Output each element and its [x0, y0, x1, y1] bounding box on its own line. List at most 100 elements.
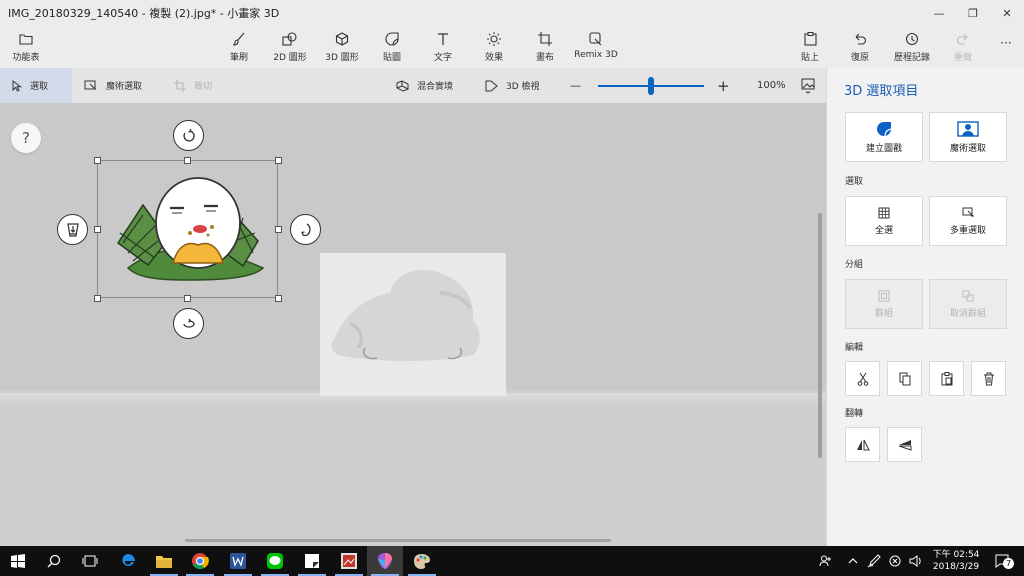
- flip-vertical-button[interactable]: [887, 427, 922, 462]
- edge-icon: [122, 554, 135, 566]
- rotate-z-handle[interactable]: [173, 308, 204, 339]
- canvas-area[interactable]: ?: [0, 103, 826, 546]
- volume-button[interactable]: [906, 546, 926, 576]
- depth-handle[interactable]: [57, 214, 88, 245]
- rotate-x-handle[interactable]: [173, 120, 204, 151]
- history-button[interactable]: 歷程記錄: [890, 30, 934, 66]
- photo-object[interactable]: [320, 253, 506, 396]
- close-button[interactable]: ✕: [990, 0, 1024, 26]
- file-explorer-button[interactable]: [146, 546, 182, 576]
- pen-workspace-button[interactable]: [864, 546, 884, 576]
- photo-viewer-button[interactable]: [331, 546, 367, 576]
- history-icon: [905, 30, 919, 48]
- shapes-2d-button[interactable]: 2D 圖形: [270, 30, 310, 66]
- resize-handle-top[interactable]: [184, 157, 191, 164]
- canvas-button[interactable]: 畫布: [531, 30, 559, 66]
- flip-horizontal-icon: [856, 439, 870, 450]
- start-button[interactable]: [0, 546, 36, 576]
- undo-button[interactable]: 復原: [847, 30, 873, 66]
- horizontal-scrollbar[interactable]: [185, 539, 611, 542]
- paste-button[interactable]: 貼上: [797, 30, 823, 66]
- cut-button[interactable]: [845, 361, 880, 396]
- redo-button[interactable]: 重做: [950, 30, 976, 66]
- history-label: 歷程記錄: [893, 53, 930, 63]
- group-button[interactable]: 群組: [845, 279, 923, 329]
- make-sticker-button[interactable]: 建立圖戳: [845, 112, 923, 162]
- effects-button[interactable]: 效果: [480, 30, 508, 66]
- menu-button[interactable]: 功能表: [8, 30, 44, 66]
- resize-handle-top-right[interactable]: [275, 157, 282, 164]
- redo-label: 重做: [953, 53, 972, 63]
- zoom-value: 100%: [757, 80, 786, 91]
- remix-3d-label: Remix 3D: [574, 50, 618, 60]
- ungroup-icon: [962, 290, 974, 301]
- zoom-slider-thumb[interactable]: [648, 77, 654, 95]
- shapes-3d-button[interactable]: 3D 圖形: [322, 30, 362, 66]
- text-button[interactable]: 文字: [428, 30, 458, 66]
- edge-button[interactable]: [110, 546, 146, 576]
- action-center-button[interactable]: 7: [990, 546, 1016, 576]
- view-options-button[interactable]: [801, 68, 823, 103]
- resize-handle-bottom-right[interactable]: [275, 295, 282, 302]
- zoom-in-button[interactable]: +: [717, 68, 730, 103]
- rotate-y-handle[interactable]: [290, 214, 321, 245]
- show-hidden-icons-button[interactable]: [843, 546, 863, 576]
- section-select-heading: 選取: [845, 177, 864, 187]
- word-button[interactable]: [220, 546, 256, 576]
- ribbon: 功能表 筆刷 2D 圖形 3D 圖形 貼圖 文字 效果 畫布 Remix 3D …: [0, 26, 1024, 68]
- search-button[interactable]: [36, 546, 72, 576]
- remix-3d-button[interactable]: Remix 3D: [574, 30, 618, 66]
- flip-horizontal-button[interactable]: [845, 427, 880, 462]
- select-tool[interactable]: 選取: [0, 68, 72, 103]
- resize-handle-bottom[interactable]: [184, 295, 191, 302]
- brushes-button[interactable]: 筆刷: [222, 30, 256, 66]
- delete-button[interactable]: [971, 361, 1006, 396]
- task-view-button[interactable]: [72, 546, 108, 576]
- multi-select-button[interactable]: 多重選取: [929, 196, 1007, 246]
- resize-handle-left[interactable]: [94, 226, 101, 233]
- section-flip-heading: 翻轉: [845, 409, 864, 419]
- stickers-button[interactable]: 貼圖: [378, 30, 406, 66]
- panel-magic-select-button[interactable]: 魔術選取: [929, 112, 1007, 162]
- paint-3d-button[interactable]: [367, 546, 403, 576]
- resize-handle-right[interactable]: [275, 226, 282, 233]
- paste-label: 貼上: [800, 53, 819, 63]
- resize-handle-bottom-left[interactable]: [94, 295, 101, 302]
- copy-button[interactable]: [887, 361, 922, 396]
- text-icon: [436, 30, 450, 48]
- network-status[interactable]: [885, 546, 905, 576]
- panel-paste-button[interactable]: [929, 361, 964, 396]
- maximize-button[interactable]: ❐: [956, 0, 990, 26]
- mixed-reality-button[interactable]: 混合實境: [396, 68, 453, 103]
- brush-icon: [232, 30, 246, 48]
- task-view-icon: [82, 555, 98, 567]
- resize-handle-top-left[interactable]: [94, 157, 101, 164]
- shapes-2d-icon: [282, 30, 298, 48]
- canvas-icon: [538, 30, 552, 48]
- selection-box[interactable]: [97, 160, 278, 298]
- people-button[interactable]: [815, 546, 837, 576]
- paint-button[interactable]: [404, 546, 440, 576]
- more-button[interactable]: ···: [995, 34, 1017, 70]
- windows-icon: [11, 554, 25, 568]
- push-back-icon: [66, 222, 79, 237]
- sticker-icon: [385, 30, 399, 48]
- minimize-button[interactable]: —: [922, 0, 956, 26]
- view-3d-button[interactable]: 3D 檢視: [485, 68, 540, 103]
- line-button[interactable]: [257, 546, 293, 576]
- shapes-2d-label: 2D 圖形: [273, 53, 307, 63]
- trash-icon: [983, 372, 994, 385]
- zoom-out-button[interactable]: —: [570, 68, 581, 103]
- select-all-button[interactable]: 全選: [845, 196, 923, 246]
- panel-magic-select-label: 魔術選取: [949, 143, 986, 154]
- vertical-scrollbar[interactable]: [818, 213, 822, 458]
- help-button[interactable]: ?: [11, 123, 41, 153]
- crop-tool[interactable]: 裁切: [174, 68, 212, 103]
- magic-select-tool[interactable]: 魔術選取: [84, 68, 142, 103]
- ungroup-button[interactable]: 取消群組: [929, 279, 1007, 329]
- sticky-notes-button[interactable]: [294, 546, 330, 576]
- chrome-button[interactable]: [182, 546, 218, 576]
- chevron-up-icon: [848, 558, 858, 564]
- clock[interactable]: 下午 02:54 2018/3/29: [928, 549, 984, 573]
- image-icon: [801, 78, 815, 94]
